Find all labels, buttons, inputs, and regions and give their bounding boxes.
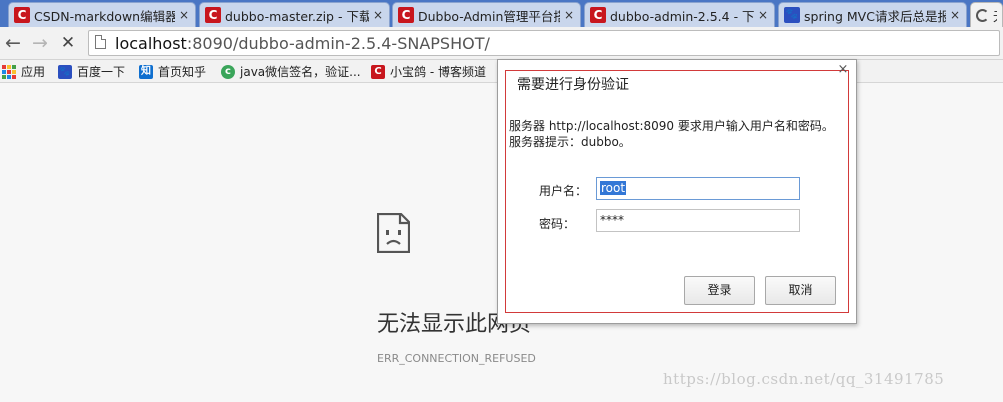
bookmark-java-wechat[interactable]: c java微信签名，验证... [221, 63, 361, 80]
tab-title: CSDN-markdown编辑器 [34, 8, 175, 24]
close-icon[interactable]: × [949, 8, 961, 22]
tab-title: spring MVC请求后总是报 [804, 8, 946, 24]
close-icon[interactable]: × [757, 8, 769, 22]
close-icon[interactable]: × [372, 8, 384, 22]
watermark: https://blog.csdn.net/qq_31491785 [663, 370, 945, 388]
csdn-icon: C [590, 7, 606, 23]
bookmark-label: 百度一下 [77, 65, 126, 79]
apps-grid-icon [2, 64, 16, 79]
tab-dubbo-admin-platform[interactable]: C Dubbo-Admin管理平台搭 × [392, 2, 581, 27]
bookmark-zhihu[interactable]: 知 首页知乎 [139, 63, 206, 80]
csdn-icon: C [371, 64, 385, 79]
forward-button[interactable]: → [29, 32, 51, 54]
dialog-message: 服务器 http://localhost:8090 要求用户输入用户名和密码。 [509, 119, 834, 133]
tab-csdn-markdown[interactable]: C CSDN-markdown编辑器 × [8, 2, 196, 27]
baidu-paw-icon: 🐾 [784, 7, 800, 23]
tab-strip: C CSDN-markdown编辑器 × C dubbo-master.zip … [0, 0, 1003, 28]
close-icon[interactable]: × [178, 8, 190, 22]
url-host: localhost [115, 34, 187, 53]
sad-page-icon [377, 213, 410, 253]
csdn-icon: C [14, 7, 30, 23]
username-field[interactable]: root [596, 177, 800, 200]
tab-spring-mvc[interactable]: 🐾 spring MVC请求后总是报 × [778, 2, 967, 27]
page-icon [95, 35, 106, 49]
dialog-hint: 服务器提示：dubbo。 [509, 135, 631, 149]
username-value: root [600, 181, 627, 195]
csdn-icon: C [398, 7, 414, 23]
password-value: **** [600, 213, 624, 227]
stop-button[interactable]: ✕ [57, 32, 79, 54]
tab-title: Dubbo-Admin管理平台搭 [418, 8, 560, 24]
bookmark-label: java微信签名，验证... [240, 65, 361, 79]
tab-active-loading[interactable]: 无 [970, 2, 1003, 28]
tab-title: dubbo-master.zip - 下载 [225, 8, 369, 24]
dialog-title: 需要进行身份验证 [517, 77, 629, 93]
zhihu-icon: 知 [139, 64, 153, 79]
url-path: :8090/dubbo-admin-2.5.4-SNAPSHOT/ [186, 34, 490, 53]
password-field[interactable]: **** [596, 209, 800, 232]
bookmark-baidu[interactable]: 🐾 百度一下 [58, 63, 125, 80]
tab-dubbo-admin-254[interactable]: C dubbo-admin-2.5.4 - 下 × [584, 2, 775, 27]
green-c-icon: c [221, 64, 235, 79]
login-button[interactable]: 登录 [684, 276, 755, 305]
error-code: ERR_CONNECTION_REFUSED [377, 352, 536, 365]
baidu-paw-icon: 🐾 [58, 64, 72, 79]
bookmark-label: 首页知乎 [158, 65, 207, 79]
csdn-icon: C [205, 7, 221, 23]
auth-dialog: 需要进行身份验证 × 服务器 http://localhost:8090 要求用… [497, 59, 857, 324]
tab-dubbo-master[interactable]: C dubbo-master.zip - 下载 × [199, 2, 390, 27]
browser-toolbar: ← → ✕ localhost:8090/dubbo-admin-2.5.4-S… [0, 27, 1003, 60]
password-label: 密码： [539, 217, 576, 231]
back-button[interactable]: ← [2, 32, 24, 54]
url-text[interactable]: localhost:8090/dubbo-admin-2.5.4-SNAPSHO… [115, 34, 490, 53]
loading-spinner-icon [976, 9, 989, 22]
bookmark-label: 小宝鸽 - 博客频道 [390, 65, 486, 79]
username-label: 用户名： [539, 184, 588, 198]
bookmark-apps[interactable]: 应用 [2, 63, 45, 80]
close-icon[interactable]: × [563, 8, 575, 22]
close-icon[interactable]: × [837, 63, 849, 76]
address-bar[interactable]: localhost:8090/dubbo-admin-2.5.4-SNAPSHO… [88, 30, 1000, 56]
bookmark-label: 应用 [21, 65, 46, 79]
bookmark-xiaobaoge[interactable]: C 小宝鸽 - 博客频道 [371, 63, 486, 80]
cancel-button[interactable]: 取消 [765, 276, 836, 305]
tab-title: dubbo-admin-2.5.4 - 下 [610, 8, 754, 24]
tab-title: 无 [993, 6, 997, 25]
